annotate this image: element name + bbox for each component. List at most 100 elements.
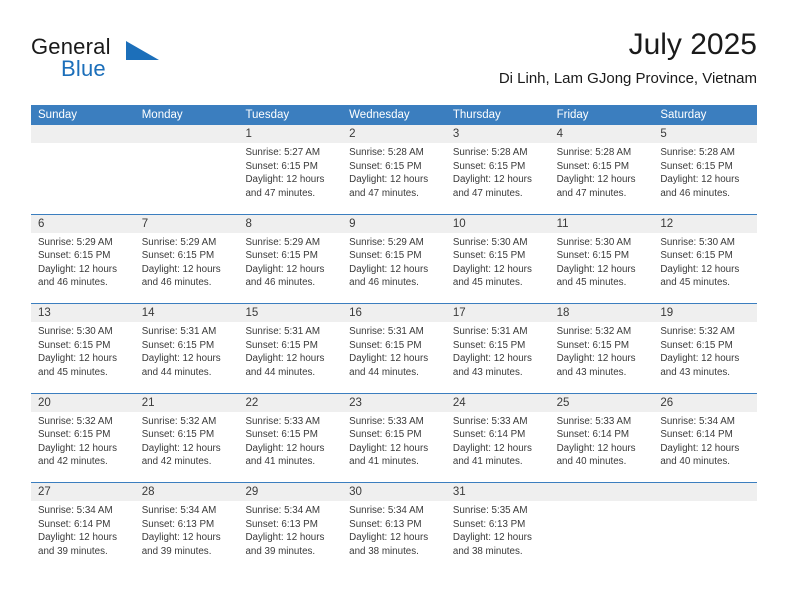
calendar-day-cell[interactable]: 10 Sunrise: 5:30 AM Sunset: 6:15 PM Dayligh… — [445, 214, 550, 304]
sunrise-text: Sunrise: 5:34 AM — [660, 415, 735, 427]
daylight-text-line1: Daylight: 12 hours — [660, 442, 740, 454]
calendar-day-cell[interactable]: 19 Sunrise: 5:32 AM Sunset: 6:15 PM Dayligh… — [653, 304, 758, 393]
day-number: 19 — [660, 307, 674, 319]
calendar-day-cell[interactable]: 13 Sunrise: 5:30 AM Sunset: 6:15 PM Dayligh… — [31, 304, 135, 393]
page-header: General Blue July 2025 Di Linh, Lam GJon… — [31, 28, 757, 98]
calendar-day-cell[interactable]: 9 Sunrise: 5:29 AM Sunset: 6:15 PM Daylight… — [342, 214, 446, 304]
day-number: 29 — [245, 486, 259, 498]
daylight-text-line2: and 45 minutes. — [660, 277, 731, 289]
calendar-day-cell[interactable]: 6 Sunrise: 5:29 AM Sunset: 6:15 PM Daylight… — [31, 214, 135, 304]
calendar-weeks: 1 Sunrise: 5:27 AM Sunset: 6:15 PM Daylight… — [31, 125, 758, 573]
sunset-text: Sunset: 6:15 PM — [349, 339, 422, 351]
sunrise-text: Sunrise: 5:32 AM — [38, 415, 113, 427]
calendar-day-cell[interactable]: 22 Sunrise: 5:33 AM Sunset: 6:15 PM Dayligh… — [238, 393, 343, 483]
calendar-week-row: 1 Sunrise: 5:27 AM Sunset: 6:15 PM Daylight… — [31, 125, 758, 215]
calendar-day-cell[interactable]: 23 Sunrise: 5:33 AM Sunset: 6:15 PM Dayligh… — [342, 393, 446, 483]
weekday-header-monday: Monday — [141, 109, 183, 121]
calendar-day-cell[interactable]: 31 Sunrise: 5:35 AM Sunset: 6:13 PM Dayligh… — [445, 483, 550, 573]
calendar-day-cell[interactable]: 15 Sunrise: 5:31 AM Sunset: 6:15 PM Dayligh… — [238, 304, 343, 393]
sunset-text: Sunset: 6:15 PM — [141, 250, 215, 262]
calendar-day-cell[interactable]: 4 Sunrise: 5:28 AM Sunset: 6:15 PM Daylight… — [549, 125, 654, 214]
day-number: 11 — [556, 217, 569, 230]
daylight-text-line2: and 43 minutes. — [452, 366, 523, 378]
calendar-day-cell[interactable]: 25 Sunrise: 5:33 AM Sunset: 6:14 PM Dayligh… — [549, 393, 654, 483]
calendar-day-cell[interactable]: 30 Sunrise: 5:34 AM Sunset: 6:13 PM Dayligh… — [342, 483, 446, 573]
calendar-day-cell[interactable]: 1 Sunrise: 5:27 AM Sunset: 6:15 PM Daylight… — [238, 125, 343, 214]
day-number: 25 — [556, 396, 570, 409]
day-number: 21 — [141, 396, 155, 409]
daylight-text-line1: Daylight: 12 hours — [141, 532, 221, 544]
day-number-strip: 5 — [653, 125, 758, 143]
sunrise-text: Sunrise: 5:31 AM — [452, 326, 528, 337]
day-number: 9 — [349, 217, 356, 230]
day-number: 18 — [556, 307, 570, 319]
sunset-text: Sunset: 6:15 PM — [349, 160, 422, 172]
calendar-day-cell[interactable]: 18 Sunrise: 5:32 AM Sunset: 6:15 PM Dayligh… — [549, 304, 654, 393]
weekday-header-friday: Friday — [556, 109, 589, 121]
daylight-text-line1: Daylight: 12 hours — [141, 353, 221, 365]
day-number-strip: 31 — [445, 483, 550, 501]
calendar-day-cell[interactable]: 11 Sunrise: 5:30 AM Sunset: 6:15 PM Dayligh… — [549, 214, 654, 304]
daylight-text-line2: and 42 minutes. — [141, 456, 212, 468]
sunrise-text: Sunrise: 5:34 AM — [245, 505, 321, 516]
day-number-strip: 13 — [31, 304, 135, 322]
calendar-day-cell[interactable]: 29 Sunrise: 5:34 AM Sunset: 6:13 PM Dayligh… — [238, 483, 343, 573]
daylight-text-line1: Daylight: 12 hours — [556, 263, 636, 275]
day-sun-info: Sunrise: 5:30 AM Sunset: 6:15 PM Daylight:… — [31, 322, 135, 379]
calendar-day-cell[interactable]: 7 Sunrise: 5:29 AM Sunset: 6:15 PM Daylight… — [134, 214, 239, 304]
daylight-text-line2: and 40 minutes. — [556, 456, 627, 468]
daylight-text-line1: Daylight: 12 hours — [141, 442, 221, 454]
calendar-day-cell[interactable]: 3 Sunrise: 5:28 AM Sunset: 6:15 PM Daylight… — [445, 125, 550, 214]
sunrise-text: Sunrise: 5:30 AM — [452, 236, 528, 248]
calendar-day-cell[interactable]: 8 Sunrise: 5:29 AM Sunset: 6:15 PM Daylight… — [238, 214, 343, 304]
daylight-text-line1: Daylight: 12 hours — [452, 532, 532, 544]
calendar-day-cell[interactable]: 14 Sunrise: 5:31 AM Sunset: 6:15 PM Dayligh… — [134, 304, 239, 393]
sunset-text: Sunset: 6:13 PM — [452, 518, 526, 530]
daylight-text-line2: and 40 minutes. — [660, 456, 731, 468]
day-sun-info: Sunrise: 5:34 AM Sunset: 6:13 PM Daylight:… — [342, 501, 446, 558]
sunrise-text: Sunrise: 5:33 AM — [245, 415, 321, 427]
daylight-text-line1: Daylight: 12 hours — [556, 353, 636, 365]
day-number-strip: 6 — [31, 214, 135, 233]
day-sun-info: Sunrise: 5:30 AM Sunset: 6:15 PM Daylight:… — [550, 233, 654, 290]
page-subtitle: Di Linh, Lam GJong Province, Vietnam — [498, 70, 757, 87]
sunset-text: Sunset: 6:15 PM — [349, 429, 422, 441]
sunset-text: Sunset: 6:14 PM — [660, 429, 733, 441]
day-number-strip: 21 — [134, 393, 239, 412]
calendar-day-cell[interactable]: 26 Sunrise: 5:34 AM Sunset: 6:14 PM Dayligh… — [653, 393, 758, 483]
calendar-week-row: 13 Sunrise: 5:30 AM Sunset: 6:15 PM Dayligh… — [31, 304, 758, 394]
daylight-text-line1: Daylight: 12 hours — [452, 353, 532, 365]
day-number: 22 — [245, 396, 259, 409]
day-number-strip: 24 — [445, 393, 550, 412]
day-sun-info: Sunrise: 5:35 AM Sunset: 6:13 PM Daylight:… — [446, 501, 550, 558]
sunrise-text: Sunrise: 5:32 AM — [141, 415, 217, 427]
daylight-text-line1: Daylight: 12 hours — [349, 532, 429, 544]
sunrise-text: Sunrise: 5:28 AM — [452, 147, 528, 158]
calendar-day-cell[interactable]: 17 Sunrise: 5:31 AM Sunset: 6:15 PM Dayligh… — [445, 304, 550, 393]
weekday-header-wednesday: Wednesday — [349, 109, 410, 121]
calendar-day-cell-empty — [549, 483, 654, 573]
calendar-day-cell[interactable]: 2 Sunrise: 5:28 AM Sunset: 6:15 PM Daylight… — [342, 125, 446, 214]
calendar-day-cell[interactable]: 12 Sunrise: 5:30 AM Sunset: 6:15 PM Dayligh… — [653, 214, 758, 304]
calendar-day-cell[interactable]: 5 Sunrise: 5:28 AM Sunset: 6:15 PM Daylight… — [653, 125, 758, 214]
day-number: 31 — [452, 486, 466, 498]
day-number: 6 — [38, 217, 45, 230]
calendar-day-cell[interactable]: 20 Sunrise: 5:32 AM Sunset: 6:15 PM Dayligh… — [31, 393, 135, 483]
day-number-strip: 23 — [342, 393, 446, 412]
daylight-text-line2: and 44 minutes. — [141, 366, 212, 378]
day-number-strip: 25 — [549, 393, 654, 412]
calendar-day-cell[interactable]: 27 Sunrise: 5:34 AM Sunset: 6:14 PM Dayligh… — [31, 483, 135, 573]
calendar-day-cell[interactable]: 16 Sunrise: 5:31 AM Sunset: 6:15 PM Dayligh… — [342, 304, 446, 393]
sunrise-text: Sunrise: 5:29 AM — [38, 236, 113, 248]
calendar-day-cell[interactable]: 24 Sunrise: 5:33 AM Sunset: 6:14 PM Dayligh… — [445, 393, 550, 483]
calendar-day-cell[interactable]: 28 Sunrise: 5:34 AM Sunset: 6:13 PM Dayligh… — [134, 483, 239, 573]
day-number-strip: 9 — [342, 214, 446, 233]
sunset-text: Sunset: 6:14 PM — [556, 429, 630, 441]
day-number-strip: 29 — [238, 483, 343, 501]
calendar-week-row: 27 Sunrise: 5:34 AM Sunset: 6:14 PM Dayligh… — [31, 483, 758, 573]
sunrise-text: Sunrise: 5:34 AM — [141, 505, 217, 516]
day-sun-info: Sunrise: 5:31 AM Sunset: 6:15 PM Daylight:… — [446, 322, 550, 379]
calendar-day-cell[interactable]: 21 Sunrise: 5:32 AM Sunset: 6:15 PM Dayligh… — [134, 393, 239, 483]
calendar-day-cell-empty — [134, 125, 239, 214]
day-sun-info: Sunrise: 5:33 AM Sunset: 6:15 PM Daylight:… — [238, 412, 342, 469]
